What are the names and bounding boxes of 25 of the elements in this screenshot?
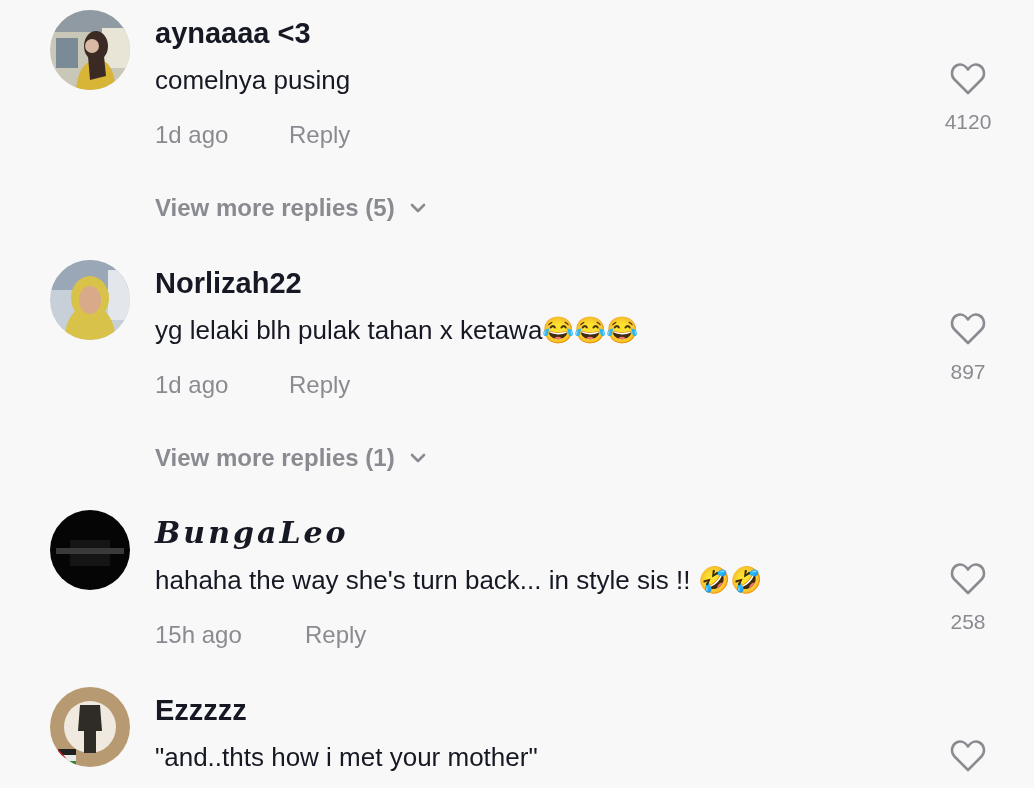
timestamp: 15h ago [155, 620, 243, 650]
username[interactable]: aynaaaa <3 [155, 13, 311, 53]
chevron-down-icon [408, 202, 427, 214]
like-count: 258 [950, 609, 986, 635]
like-count: 897 [950, 359, 986, 385]
comment-text: "and..thts how i met your mother" [155, 741, 538, 774]
comment-text: hahaha the way she's turn back... in style sis !! 🤣🤣 [155, 564, 762, 597]
chevron-down-icon [408, 452, 427, 464]
username[interactable]: Norlizah22 [155, 263, 302, 303]
view-more-replies[interactable]: View more replies (5) [155, 190, 427, 226]
reply-link[interactable]: Reply [305, 617, 367, 653]
heart-icon[interactable] [950, 62, 986, 96]
comment-text: yg lelaki blh pulak tahan x ketawa😂😂😂 [155, 314, 639, 347]
heart-icon[interactable] [950, 739, 986, 773]
heart-icon[interactable] [950, 562, 986, 596]
username[interactable]: BungaLeo [155, 513, 349, 553]
view-more-replies[interactable]: View more replies (1) [155, 440, 427, 476]
timestamp: 1d ago [155, 120, 230, 150]
comment-text: comelnya pusing [155, 64, 351, 97]
reply-link[interactable]: Reply [289, 117, 351, 153]
heart-icon[interactable] [950, 312, 986, 346]
timestamp: 1d ago [155, 370, 230, 400]
username[interactable]: Ezzzzz [155, 690, 247, 730]
like-count: 4120 [944, 109, 992, 135]
reply-link[interactable]: Reply [289, 367, 351, 403]
